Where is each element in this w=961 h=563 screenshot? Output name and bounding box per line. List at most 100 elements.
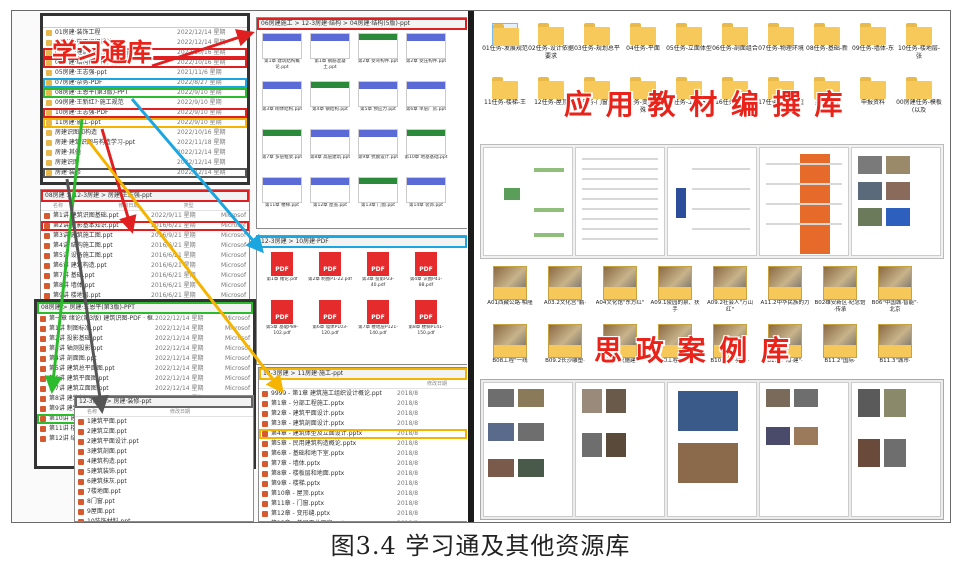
file-row[interactable]: 房建识图和构造 2022/10/16 星期 xyxy=(43,128,247,138)
ppt-thumbnail[interactable]: 第6章 单层厂房.ppt xyxy=(404,81,448,125)
file-row[interactable]: 第12章 - 变形缝.pptx 2018/8 xyxy=(259,509,467,519)
case-folder[interactable]: A09.1陵园的泉、扶手 xyxy=(649,266,701,324)
case-folder[interactable]: A01西藏公路·帕隆 xyxy=(484,266,536,324)
file-row[interactable]: 第7讲 建筑立面图.ppt 2022/12/14 星期 Microsof xyxy=(37,384,253,394)
file-row[interactable]: 第6讲 建筑平面图.ppt 2022/12/14 星期 Microsof xyxy=(37,374,253,384)
ppt-thumbnail[interactable]: 第2章 受弯构件.ppt xyxy=(356,33,400,77)
textbook-folder[interactable]: 09任务-墙体-东 xyxy=(850,23,896,73)
file-row[interactable]: 第6讲 建筑构造.ppt 2016/6/21 星期 Microsof xyxy=(41,261,249,271)
ppt-thumbnail[interactable]: 第7章 多层框架.ppt xyxy=(260,129,304,173)
file-row[interactable]: 第7章 - 墙体.pptx 2018/8 xyxy=(259,459,467,469)
case-folder[interactable]: B08工程"一线 xyxy=(484,324,536,382)
textbook-folder[interactable]: 02任务-设计依据要求 xyxy=(528,23,574,73)
file-row[interactable]: 第2讲 投影基础.ppt 2022/12/14 星期 Microsof xyxy=(37,334,253,344)
explorer-address-bar[interactable] xyxy=(43,16,247,28)
file-row[interactable]: 4建筑构造.ppt xyxy=(75,457,253,467)
file-row[interactable]: 第1讲 制图标准.ppt 2022/12/14 星期 Microsof xyxy=(37,324,253,334)
pdf-thumbnail[interactable]: PDF 第6章 墙体P103-120.pdf xyxy=(308,299,352,343)
ppt-thumbnail[interactable]: 第8章 高层建筑.ppt xyxy=(308,129,352,173)
textbook-folder[interactable]: 01任务-发展规范 xyxy=(482,23,528,73)
ppt-thumbnail[interactable]: 第2章 受压构件.ppt xyxy=(404,33,448,77)
textbook-folder[interactable]: 00房建任务-模板(以及 xyxy=(896,77,942,127)
case-folder[interactable]: A09.2社会人"万山红" xyxy=(704,266,756,324)
file-row[interactable]: 第一章 绪论(第3版) 建筑识图-PDF · 框... 2022/12/14 星期… xyxy=(37,314,253,324)
ppt-thumbnail[interactable]: 第13章 门窗.ppt xyxy=(356,177,400,221)
orange-window-address[interactable]: 12-3房建 > 11房建·施工-ppt xyxy=(259,368,467,380)
textbook-folder[interactable]: 申报资料 xyxy=(850,77,896,127)
file-row[interactable]: 6建筑抹灰.ppt xyxy=(75,477,253,487)
gray-window-address[interactable]: 12-3房建 > 房建·装修-ppt xyxy=(75,396,253,408)
file-row[interactable]: 第5讲 设备施工图.ppt 2016/6/21 星期 Microsof xyxy=(41,251,249,261)
file-row[interactable]: 房建·建筑识图与构造学习-ppt 2022/11/18 星期 xyxy=(43,138,247,148)
file-row[interactable]: 第7讲 基础.ppt 2016/6/21 星期 Microsof xyxy=(41,271,249,281)
file-row[interactable]: 第5章 - 民用建筑构造概论.pptx 2018/8 xyxy=(259,439,467,449)
ppt-thumbnail[interactable]: 第1章 钢筋混凝土.ppt xyxy=(308,33,352,77)
file-row[interactable]: 第4讲 剖面图.ppt 2022/12/14 星期 Microsof xyxy=(37,354,253,364)
file-row[interactable]: 7楼地面.ppt xyxy=(75,487,253,497)
file-row[interactable]: 第6章 - 基础和地下室.pptx 2018/8 xyxy=(259,449,467,459)
file-row[interactable]: 第4章 - 建筑体型及立面设计.pptx 2018/8 xyxy=(259,429,467,439)
file-row[interactable]: 8门窗.ppt xyxy=(75,497,253,507)
file-row[interactable]: 第1讲 建筑识图基础.ppt 2022/9/11 星期 Microsof xyxy=(41,211,249,221)
file-row[interactable]: 9屋面.ppt xyxy=(75,507,253,517)
file-row[interactable]: 第2讲 投影基本知识.ppt 2016/6/21 星期 Microsof xyxy=(41,221,249,231)
textbook-folder[interactable]: 03任务-规划总平 xyxy=(574,23,620,73)
ppt-thumbnail[interactable]: 第4章 钢结构.ppt xyxy=(308,81,352,125)
file-row[interactable]: 第13章 - 单层工业厂房.pptx2018/8 xyxy=(259,519,467,521)
ppt-window-address[interactable]: 06房建施工 > 12-3房建·结构 > 04房建·结构(5版)-ppt xyxy=(257,18,467,30)
ppt-thumbnail[interactable]: 第5章 预应力.ppt xyxy=(356,81,400,125)
file-row[interactable]: 房建·其他 2022/12/14 星期 xyxy=(43,148,247,158)
pdf-thumbnail[interactable]: PDF 第3章 投影P23-40.pdf xyxy=(356,251,400,295)
file-row[interactable]: 05房建·王志强-ppt 2021/11/6 星期 xyxy=(43,68,247,78)
case-folder[interactable]: A04文化馆"东方红" xyxy=(594,266,646,324)
middle-window-address[interactable]: 08房建 > 12-3房建 > 房建·王志强-ppt xyxy=(41,190,249,202)
ppt-thumbnail[interactable]: 第3章 砌体结构.ppt xyxy=(260,81,304,125)
file-row[interactable]: 9999 - 第1章 建筑施工组织设计概论.ppt 2018/8 xyxy=(259,389,467,399)
file-row[interactable]: 第1章 - 分部工程施工.pptx 2018/8 xyxy=(259,399,467,409)
case-folder[interactable]: A11.2中华民族的力 xyxy=(759,266,811,324)
ppt-thumbnail[interactable]: 第12章 屋盖.ppt xyxy=(308,177,352,221)
textbook-folder[interactable]: 04任务-平面 xyxy=(620,23,666,73)
case-folder[interactable]: B09.2长沙雕塑· xyxy=(539,324,591,382)
textbook-folder[interactable]: 07任务-物理环境 xyxy=(758,23,804,73)
pdf-thumbnail[interactable]: PDF 第2章 制图P1-22.pdf xyxy=(308,251,352,295)
file-row[interactable]: 2建筑平面设计.ppt xyxy=(75,437,253,447)
file-row[interactable]: 08房建·王恩平(第3版)-PPT 2022/9/10 星期 xyxy=(43,88,247,98)
file-row[interactable]: 第3章 - 建筑剖面设计.pptx 2018/8 xyxy=(259,419,467,429)
pdf-thumbnail[interactable]: PDF 第7章 楼地层P121-140.pdf xyxy=(356,299,400,343)
file-row[interactable]: 第3讲 建筑施工图.ppt 2016/9/21 星期 Microsof xyxy=(41,231,249,241)
textbook-folder[interactable]: 05任务-立面体型 xyxy=(666,23,712,73)
file-row[interactable]: 第2章 - 建筑平面设计.pptx 2018/8 xyxy=(259,409,467,419)
file-row[interactable]: 10装饰材料.ppt xyxy=(75,517,253,521)
case-folder[interactable]: B11.3"城市· xyxy=(869,324,921,382)
case-folder[interactable]: A03.2文化宫"鹏· xyxy=(539,266,591,324)
textbook-folder[interactable]: 11任务-楼梯-王 xyxy=(482,77,528,127)
file-row[interactable]: 第9章 - 楼梯.pptx 2018/8 xyxy=(259,479,467,489)
file-row[interactable]: 第8讲 墙体.ppt 2016/6/21 星期 Microsof xyxy=(41,281,249,291)
case-folder[interactable]: B06"中国城·智能"·北京 xyxy=(869,266,921,324)
file-row[interactable]: 第10章 - 屋顶.pptx 2018/8 xyxy=(259,489,467,499)
ppt-thumbnail[interactable]: 第11章 楼梯.ppt xyxy=(260,177,304,221)
file-row[interactable]: 第8章 - 楼板层和地面.pptx 2018/8 xyxy=(259,469,467,479)
file-row[interactable]: 09房建·王新红?·施工规范 2022/9/10 星期 xyxy=(43,98,247,108)
pdf-window-address[interactable]: 12-3房建 > 10房建·PDF xyxy=(257,236,467,248)
case-folder[interactable]: B02雄安新区·纪念馆·传承 xyxy=(814,266,866,324)
ppt-thumbnail[interactable]: 第1章 建筑结构概论.ppt xyxy=(260,33,304,77)
file-row[interactable]: 第5讲 建筑总平面图.ppt 2022/12/14 星期 Microsof xyxy=(37,364,253,374)
file-row[interactable]: 5建筑装饰.ppt xyxy=(75,467,253,477)
file-row[interactable]: 房建·装修 2022/12/14 星期 xyxy=(43,168,247,178)
file-row[interactable]: 2建筑立面.ppt xyxy=(75,427,253,437)
case-folder[interactable]: B11.2"国际· xyxy=(814,324,866,382)
ppt-thumbnail[interactable]: 第10章 地基基础.ppt xyxy=(404,129,448,173)
pdf-thumbnail[interactable]: PDF 第1章 绪论.pdf xyxy=(260,251,304,295)
file-row[interactable]: 11房建·施工-ppt 2022/9/10 星期 xyxy=(43,118,247,128)
lower-window-address[interactable]: 08房建 > 房建·王恩平(第3版)-PPT xyxy=(37,302,253,314)
file-row[interactable]: 1建筑平面.ppt xyxy=(75,417,253,427)
file-row[interactable]: 第3讲 轴测投影.ppt 2022/12/14 星期 Microsof xyxy=(37,344,253,354)
textbook-folder[interactable]: 06任务-剖面组合 xyxy=(712,23,758,73)
file-row[interactable]: 房建识图 2022/12/14 星期 xyxy=(43,158,247,168)
file-row[interactable]: 3建筑剖面.ppt xyxy=(75,447,253,457)
ppt-thumbnail[interactable]: 第9章 抗震设计.ppt xyxy=(356,129,400,173)
textbook-folder[interactable]: 10任务-楼地层-张 xyxy=(896,23,942,73)
pdf-thumbnail[interactable]: PDF 第5章 基础P89-102.pdf xyxy=(260,299,304,343)
